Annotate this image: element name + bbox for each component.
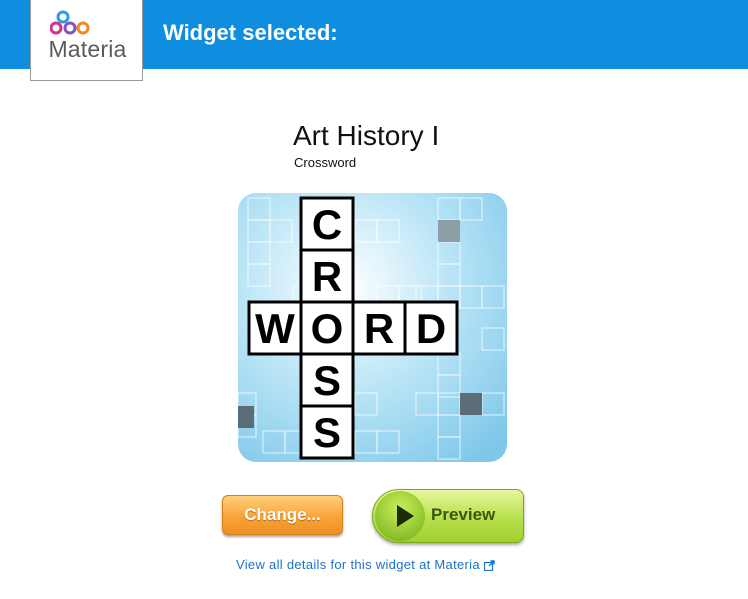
widget-details-link[interactable]: View all details for this widget at Mate… — [236, 557, 495, 572]
widget-title: Art History I — [293, 120, 440, 151]
svg-text:C: C — [312, 201, 342, 248]
change-button[interactable]: Change... — [222, 495, 343, 535]
svg-text:S: S — [313, 357, 341, 404]
header-bar: Materia Widget selected: — [0, 0, 748, 81]
crossword-cell-vertical-2: O — [299, 300, 355, 356]
svg-text:S: S — [313, 409, 341, 456]
crossword-cell-horizontal-3: D — [403, 300, 459, 356]
svg-text:W: W — [255, 305, 295, 352]
external-link-icon — [483, 560, 495, 572]
preview-button[interactable]: Preview — [372, 489, 524, 543]
preview-label: Preview — [431, 505, 496, 524]
svg-text:D: D — [416, 305, 446, 352]
crossword-cell-vertical-4: S — [299, 404, 355, 460]
svg-text:R: R — [312, 253, 342, 300]
play-button-circle — [375, 491, 425, 541]
details-link-text: View all details for this widget at Mate… — [236, 557, 480, 572]
svg-text:O: O — [311, 305, 344, 352]
crossword-cell-horizontal-2: R — [351, 300, 407, 356]
widget-type: Crossword — [294, 155, 357, 170]
crossword-cell-horizontal-0: W — [247, 300, 303, 356]
header-title: Widget selected: — [163, 20, 338, 45]
play-icon — [397, 505, 414, 527]
crossword-icon: CROSSWRD — [238, 193, 507, 462]
crossword-cell-vertical-1: R — [299, 248, 355, 304]
crossword-cell-vertical-3: S — [299, 352, 355, 408]
materia-logo[interactable]: Materia — [30, 0, 143, 81]
logo-text: Materia — [48, 36, 127, 62]
svg-text:R: R — [364, 305, 394, 352]
crossword-cell-vertical-0: C — [299, 196, 355, 252]
materia-rings-icon — [50, 10, 90, 35]
